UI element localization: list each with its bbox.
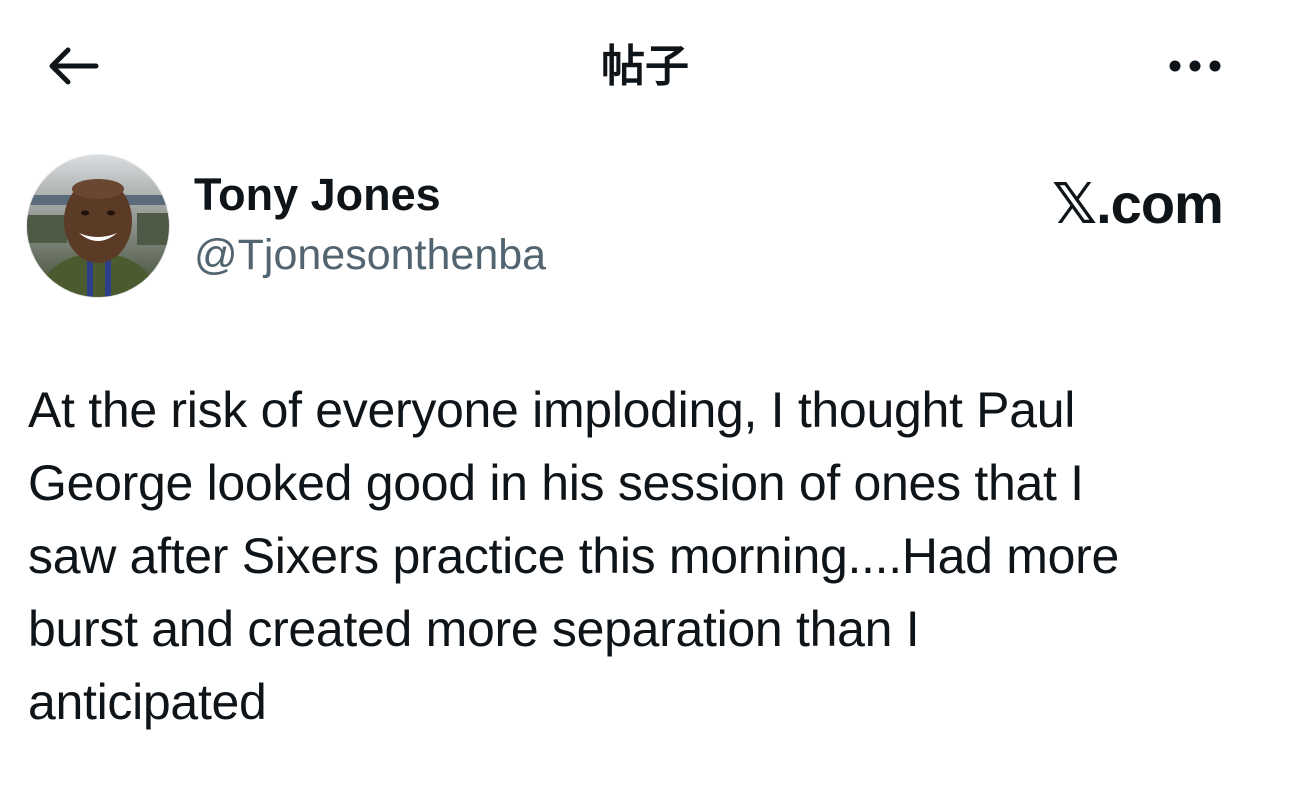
author-handle[interactable]: @Tjonesonthenba [194,228,546,282]
page-title: 帖子 [601,41,689,92]
more-button[interactable] [1150,40,1240,96]
post-author: Tony Jones @Tjonesonthenba 𝕏.com [26,154,1266,304]
author-display-name[interactable]: Tony Jones [194,168,441,222]
more-horizontal-icon [1165,56,1225,81]
avatar[interactable] [26,154,170,298]
x-com-brand: 𝕏.com [1052,172,1224,235]
post-text: At the risk of everyone imploding, I tho… [28,382,1119,730]
top-bar: 帖子 [0,0,1290,130]
